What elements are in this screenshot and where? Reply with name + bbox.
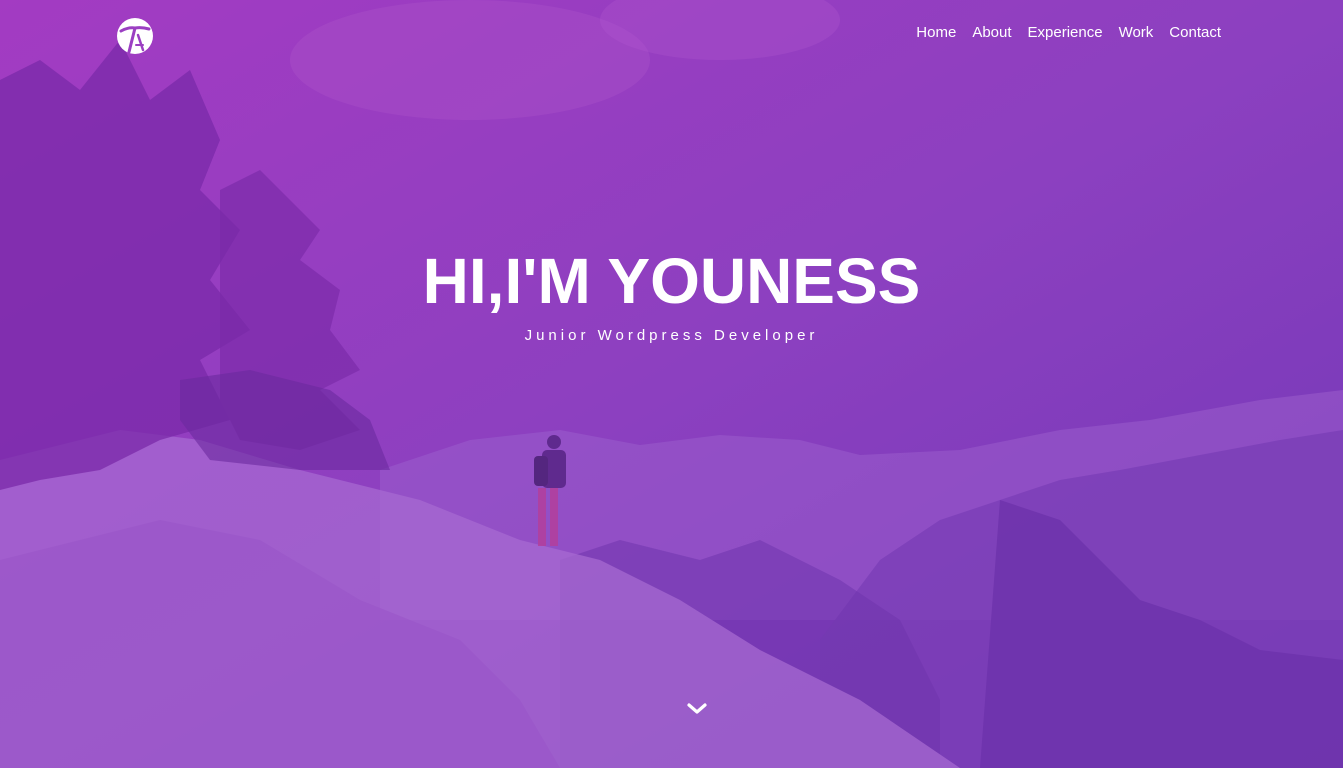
hero-section: Home About Experience Work Contact HI,I'… bbox=[0, 0, 1343, 768]
nav-item-experience: Experience bbox=[1028, 24, 1103, 42]
nav-link-work[interactable]: Work bbox=[1119, 24, 1154, 41]
nav-link-experience[interactable]: Experience bbox=[1028, 24, 1103, 41]
chevron-down-icon bbox=[687, 703, 707, 714]
nav-link-contact[interactable]: Contact bbox=[1169, 24, 1221, 41]
hero-subtitle: Junior Wordpress Developer bbox=[524, 327, 819, 344]
nav-menu: Home About Experience Work Contact bbox=[916, 24, 1221, 42]
nav-link-about[interactable]: About bbox=[972, 24, 1011, 41]
scroll-down-button[interactable] bbox=[685, 697, 709, 721]
nav-item-work: Work bbox=[1119, 24, 1154, 42]
nav-item-about: About bbox=[972, 24, 1011, 42]
background-mountain-photo bbox=[0, 0, 1343, 768]
circular-monogram-logo-icon bbox=[117, 18, 153, 54]
nav-link-home[interactable]: Home bbox=[916, 24, 956, 41]
hero-heading-block: HI,I'M YOUNESS Junior Wordpress Develope… bbox=[0, 245, 1343, 344]
nav-item-home: Home bbox=[916, 24, 956, 42]
top-navigation: Home About Experience Work Contact bbox=[0, 18, 1343, 54]
hero-title: HI,I'M YOUNESS bbox=[422, 245, 921, 317]
site-logo[interactable] bbox=[116, 17, 154, 55]
nav-item-contact: Contact bbox=[1169, 24, 1221, 42]
